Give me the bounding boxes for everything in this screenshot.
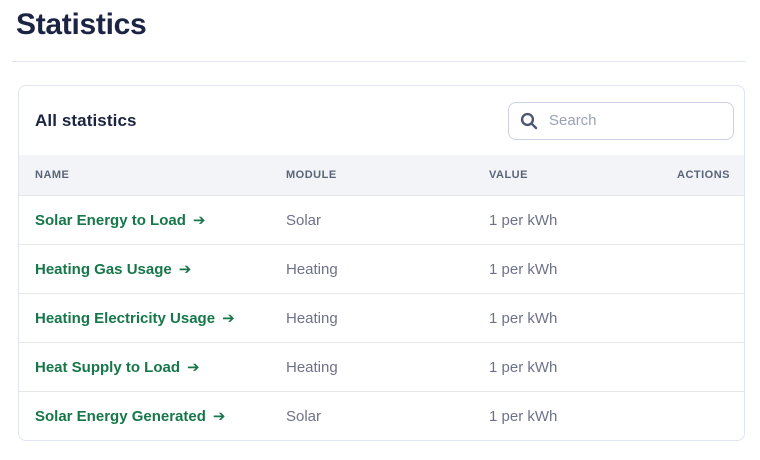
actions-cell [654,245,744,294]
table-header-row: NAME MODULE VALUE ACTIONS [19,155,744,196]
table-row: Solar Energy Generated ➔ Solar 1 per kWh [19,392,744,441]
statistic-link[interactable]: Heating Electricity Usage ➔ [35,309,235,327]
statistic-link-label: Heat Supply to Load [35,359,180,376]
statistics-table: NAME MODULE VALUE ACTIONS Solar Energy t… [19,155,744,440]
module-cell: Solar [286,392,489,441]
arrow-right-icon: ➔ [187,358,200,376]
statistic-link-label: Heating Gas Usage [35,261,172,278]
module-cell: Heating [286,294,489,343]
arrow-right-icon: ➔ [213,407,226,425]
title-divider [12,61,746,62]
arrow-right-icon: ➔ [193,211,206,229]
value-cell: 1 per kWh [489,294,654,343]
module-cell: Heating [286,245,489,294]
statistic-link[interactable]: Solar Energy to Load ➔ [35,211,205,229]
actions-cell [654,294,744,343]
table-row: Heat Supply to Load ➔ Heating 1 per kWh [19,343,744,392]
statistic-link-label: Heating Electricity Usage [35,310,215,327]
page-title: Statistics [16,8,760,42]
column-header-actions: ACTIONS [654,155,744,196]
table-row: Solar Energy to Load ➔ Solar 1 per kWh [19,196,744,245]
value-cell: 1 per kWh [489,196,654,245]
arrow-right-icon: ➔ [222,309,235,327]
value-cell: 1 per kWh [489,343,654,392]
actions-cell [654,196,744,245]
table-body: Solar Energy to Load ➔ Solar 1 per kWh H… [19,196,744,441]
statistics-page: Statistics All statistics NAME [0,8,760,441]
statistic-link[interactable]: Solar Energy Generated ➔ [35,407,225,425]
table-row: Heating Gas Usage ➔ Heating 1 per kWh [19,245,744,294]
statistic-link[interactable]: Heating Gas Usage ➔ [35,260,191,278]
search-box [508,102,734,140]
card-title: All statistics [35,111,137,131]
actions-cell [654,343,744,392]
value-cell: 1 per kWh [489,245,654,294]
column-header-module: MODULE [286,155,489,196]
statistic-link-label: Solar Energy Generated [35,408,206,425]
arrow-right-icon: ➔ [179,260,192,278]
actions-cell [654,392,744,441]
statistics-card: All statistics NAME MODULE VALU [18,85,745,441]
statistic-link[interactable]: Heat Supply to Load ➔ [35,358,200,376]
statistic-link-label: Solar Energy to Load [35,212,186,229]
table-row: Heating Electricity Usage ➔ Heating 1 pe… [19,294,744,343]
card-header: All statistics [19,86,744,155]
value-cell: 1 per kWh [489,392,654,441]
column-header-value: VALUE [489,155,654,196]
module-cell: Solar [286,196,489,245]
column-header-name: NAME [19,155,286,196]
search-input[interactable] [508,102,734,140]
module-cell: Heating [286,343,489,392]
